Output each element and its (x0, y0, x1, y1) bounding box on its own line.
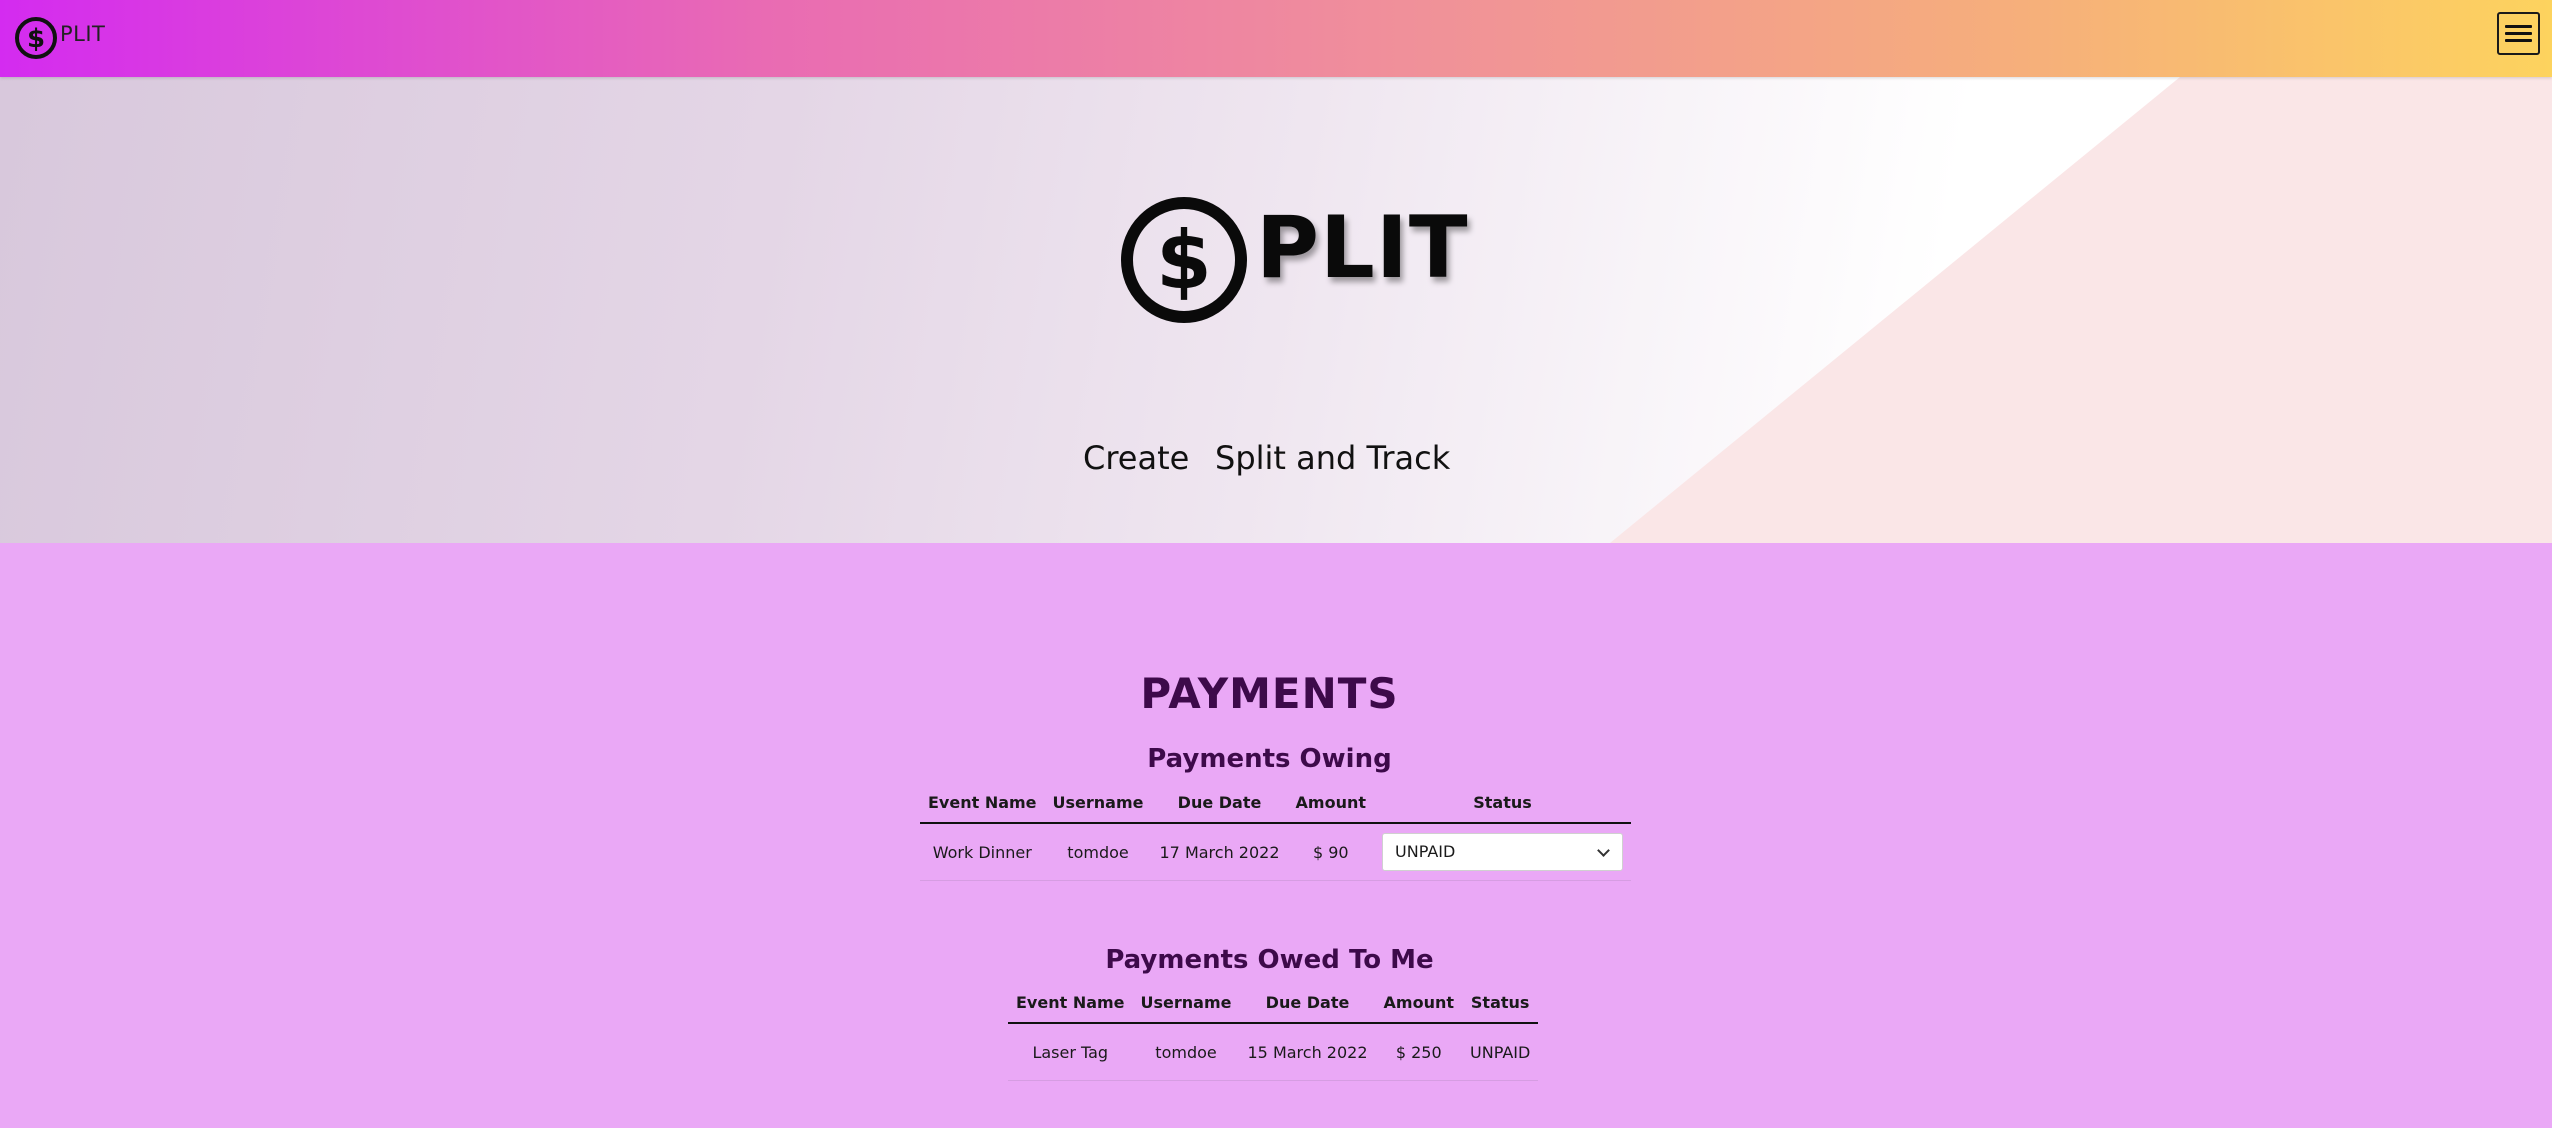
nav-brand[interactable]: PLIT (60, 22, 105, 46)
column-header-event-name: Event Name (920, 782, 1045, 824)
cell-username: tomdoe (1132, 1023, 1240, 1081)
payments-owed-to-me-table: Event Name Username Due Date Amount Stat… (1008, 982, 1539, 1081)
dollar-circle-hero-icon: $ (1121, 197, 1247, 323)
navbar: $ PLIT (0, 0, 2552, 77)
payments-owing-title: Payments Owing (1147, 744, 1392, 774)
hero-wordmark: PLIT (1256, 198, 1469, 298)
column-header-due-date: Due Date (1151, 782, 1288, 824)
hamburger-icon-bar (2505, 32, 2532, 35)
cell-username: tomdoe (1044, 823, 1152, 881)
tagline-split-and-track: Split and Track (1215, 439, 1451, 477)
column-header-status: Status (1374, 782, 1632, 824)
column-header-due-date: Due Date (1239, 982, 1376, 1024)
status-select[interactable]: UNPAID (1382, 833, 1624, 871)
menu-toggle-button[interactable] (2497, 12, 2540, 55)
chevron-down-icon (1597, 844, 1610, 857)
cell-status: UNPAID (1374, 823, 1632, 881)
column-header-amount: Amount (1375, 982, 1463, 1024)
column-header-amount: Amount (1287, 782, 1375, 824)
payments-owing-table: Event Name Username Due Date Amount Stat… (920, 782, 1632, 881)
payments-owed-to-me-title: Payments Owed To Me (1105, 945, 1434, 975)
cell-event-name: Laser Tag (1008, 1023, 1133, 1081)
cell-due-date: 15 March 2022 (1239, 1023, 1376, 1081)
cell-amount: $ 250 (1375, 1023, 1463, 1081)
column-header-username: Username (1044, 782, 1152, 824)
dollar-circle-logo-icon[interactable]: $ (13, 15, 59, 61)
column-header-username: Username (1132, 982, 1240, 1024)
table-header-row: Event Name Username Due Date Amount Stat… (920, 782, 1632, 824)
cell-status: UNPAID (1462, 1023, 1539, 1081)
column-header-event-name: Event Name (1008, 982, 1133, 1024)
tagline-create: Create (1083, 439, 1190, 477)
table-row: Work Dinner tomdoe 17 March 2022 $ 90 UN… (920, 823, 1632, 881)
cell-due-date: 17 March 2022 (1151, 823, 1288, 881)
svg-text:$: $ (1156, 214, 1212, 307)
cell-event-name: Work Dinner (920, 823, 1045, 881)
hamburger-icon-bar (2505, 25, 2532, 28)
table-header-row: Event Name Username Due Date Amount Stat… (1008, 982, 1539, 1024)
payments-title: PAYMENTS (1140, 669, 1399, 718)
hamburger-icon-bar (2505, 39, 2532, 42)
status-select-value: UNPAID (1395, 842, 1456, 861)
svg-text:$: $ (27, 24, 45, 54)
column-header-status: Status (1462, 982, 1539, 1024)
hero-banner: $ PLIT Create Split and Track (0, 77, 2552, 543)
cell-amount: $ 90 (1287, 823, 1375, 881)
table-row: Laser Tag tomdoe 15 March 2022 $ 250 UNP… (1008, 1023, 1539, 1081)
